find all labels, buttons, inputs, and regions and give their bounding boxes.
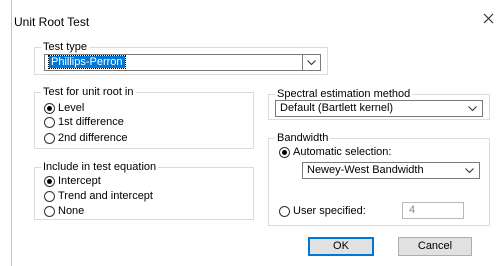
user-specified-input[interactable]: 4 [402,202,464,219]
radio-1st-difference-label: 1st difference [58,116,124,128]
radio-none[interactable]: None [44,204,84,218]
radio-automatic-indicator[interactable] [279,146,290,158]
test-type-group: Test type Phillips-Perron [34,40,328,75]
spectral-value: Default (Bartlett kernel) [280,102,394,114]
radio-trend-intercept-label: Trend and intercept [58,190,153,202]
chevron-down-icon[interactable] [302,55,320,70]
radio-intercept[interactable]: Intercept [44,174,101,188]
cancel-button[interactable]: Cancel [398,237,472,256]
radio-level-indicator[interactable] [44,102,55,114]
chevron-down-icon[interactable] [461,163,479,178]
window-title: Unit Root Test [14,15,90,29]
radio-2nd-difference[interactable]: 2nd difference [44,131,128,145]
radio-trend-intercept[interactable]: Trend and intercept [44,189,153,203]
radio-1st-difference-indicator[interactable] [44,116,55,128]
radio-automatic-label: Automatic selection: [293,146,392,158]
radio-none-indicator[interactable] [44,205,55,217]
radio-none-label: None [58,205,85,217]
radio-trend-intercept-indicator[interactable] [44,190,55,202]
radio-intercept-label: Intercept [58,175,101,187]
unit-root-legend: Test for unit root in [41,85,136,99]
radio-automatic-selection[interactable]: Automatic selection: [279,145,391,159]
bandwidth-legend: Bandwidth [275,131,331,145]
include-group: Include in test equation Intercept Trend… [34,160,254,220]
radio-2nd-difference-label: 2nd difference [58,132,128,144]
radio-user-specified-indicator[interactable] [279,205,290,217]
radio-intercept-indicator[interactable] [44,175,55,187]
radio-user-specified-label: User specified: [293,205,366,217]
test-type-value: Phillips-Perron [48,55,126,69]
bandwidth-method-dropdown[interactable]: Newey-West Bandwidth [302,162,480,179]
bandwidth-method-value: Newey-West Bandwidth [307,164,424,176]
radio-1st-difference[interactable]: 1st difference [44,115,124,129]
bandwidth-group: Bandwidth Automatic selection: Newey-Wes… [268,131,490,226]
spectral-legend: Spectral estimation method [275,87,413,101]
radio-level[interactable]: Level [44,101,84,115]
spectral-dropdown[interactable]: Default (Bartlett kernel) [275,100,483,117]
unit-root-group: Test for unit root in Level 1st differen… [34,85,254,149]
radio-2nd-difference-indicator[interactable] [44,132,55,144]
include-legend: Include in test equation [41,160,159,174]
test-type-dropdown[interactable]: Phillips-Perron [44,54,321,71]
spectral-group: Spectral estimation method Default (Bart… [268,87,490,120]
radio-user-specified[interactable]: User specified: [279,204,366,218]
test-type-legend: Test type [41,40,90,54]
radio-level-label: Level [58,102,85,114]
close-icon[interactable] [481,9,497,25]
ok-button[interactable]: OK [308,237,374,256]
chevron-down-icon[interactable] [464,101,482,116]
window-left-edge [11,0,12,266]
